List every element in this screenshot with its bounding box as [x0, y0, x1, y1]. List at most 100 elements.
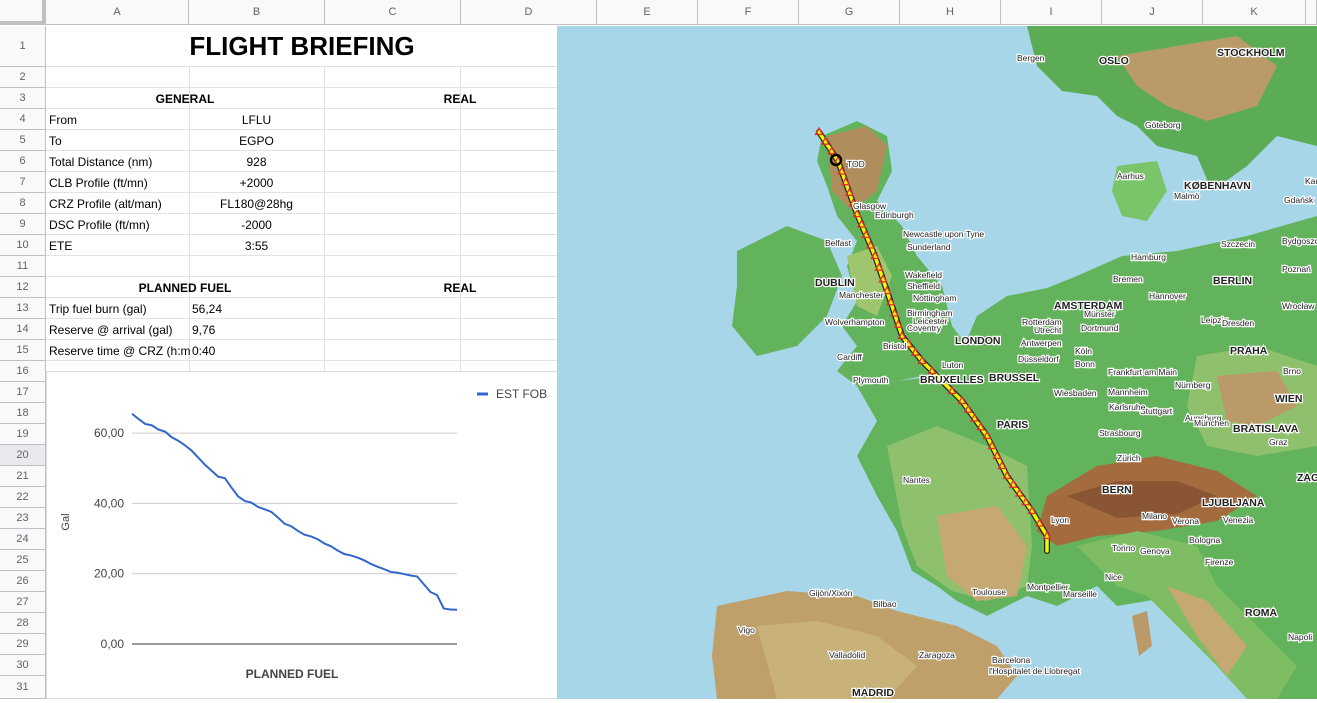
general-value[interactable]: EGPO	[189, 130, 324, 151]
row-header-31[interactable]: 31	[0, 676, 46, 699]
row-header-28[interactable]: 28	[0, 613, 46, 634]
row-header-21[interactable]: 21	[0, 466, 46, 487]
map-city-label: DUBLIN	[815, 277, 855, 289]
row-header-8[interactable]: 8	[0, 193, 46, 214]
fuel-value[interactable]: 56,24	[189, 298, 324, 319]
row-header-17[interactable]: 17	[0, 382, 46, 403]
general-value[interactable]: +2000	[189, 172, 324, 193]
route-map-svg: DUBLINLONDONBRUXELLESBRUSSELPARISAMSTERD…	[557, 26, 1317, 699]
row-header-19[interactable]: 19	[0, 424, 46, 445]
row-header-3[interactable]: 3	[0, 88, 46, 109]
row-header-22[interactable]: 22	[0, 487, 46, 508]
row-header-24[interactable]: 24	[0, 529, 46, 550]
map-city-label: Plymouth	[853, 375, 889, 385]
column-header-i[interactable]: I	[1001, 0, 1102, 25]
fuel-value[interactable]: 9,76	[189, 319, 324, 340]
column-header-k[interactable]: K	[1203, 0, 1306, 25]
map-city-label: PARIS	[997, 419, 1028, 431]
general-value[interactable]: 928	[189, 151, 324, 172]
select-all-corner[interactable]	[0, 0, 46, 25]
y-tick-label: 40,00	[94, 496, 124, 510]
row-header-5[interactable]: 5	[0, 130, 46, 151]
row-header-10[interactable]: 10	[0, 235, 46, 256]
map-city-label: Sheffield	[907, 281, 940, 291]
map-city-label: LONDON	[955, 335, 1001, 347]
row-header-16[interactable]: 16	[0, 361, 46, 382]
y-tick-label: 60,00	[94, 426, 124, 440]
row-header-23[interactable]: 23	[0, 508, 46, 529]
map-city-label: Coventry	[907, 323, 942, 333]
row-header-25[interactable]: 25	[0, 550, 46, 571]
map-city-label: BERLIN	[1213, 275, 1252, 287]
map-city-label: Szczecin	[1221, 239, 1255, 249]
fuel-value[interactable]: 0:40	[189, 340, 324, 361]
general-value[interactable]: FL180@28hg	[189, 193, 324, 214]
general-label[interactable]: CRZ Profile (alt/man)	[46, 193, 189, 214]
column-header-h[interactable]: H	[900, 0, 1001, 25]
map-city-label: Malmö	[1174, 191, 1200, 201]
series-line-est-fob	[132, 414, 457, 610]
fuel-chart-svg: 0,0020,0040,0060,00GalPLANNED FUELEST FO…	[47, 372, 558, 698]
row-header-14[interactable]: 14	[0, 319, 46, 340]
general-label[interactable]: DSC Profile (ft/mn)	[46, 214, 189, 235]
general-label[interactable]: CLB Profile (ft/mn)	[46, 172, 189, 193]
grid-line	[46, 66, 557, 67]
row-header-4[interactable]: 4	[0, 109, 46, 130]
map-city-label: Münster	[1084, 309, 1115, 319]
map-city-label: Kaunas	[1305, 176, 1317, 186]
row-header-27[interactable]: 27	[0, 592, 46, 613]
general-header[interactable]: GENERAL	[46, 88, 324, 109]
column-header-c[interactable]: C	[325, 0, 461, 25]
map-city-label: Zaragoza	[919, 650, 955, 660]
fuel-label[interactable]: Reserve @ arrival (gal)	[46, 319, 191, 340]
fuel-label[interactable]: Trip fuel burn (gal)	[46, 298, 191, 319]
map-city-label: Mannheim	[1108, 387, 1148, 397]
row-header-2[interactable]: 2	[0, 67, 46, 88]
row-header-6[interactable]: 6	[0, 151, 46, 172]
row-header-15[interactable]: 15	[0, 340, 46, 361]
column-header-j[interactable]: J	[1102, 0, 1203, 25]
row-header-1[interactable]: 1	[0, 26, 46, 67]
map-city-label: Valladolid	[829, 650, 866, 660]
row-header-11[interactable]: 11	[0, 256, 46, 277]
row-header-18[interactable]: 18	[0, 403, 46, 424]
row-header-9[interactable]: 9	[0, 214, 46, 235]
row-header-13[interactable]: 13	[0, 298, 46, 319]
column-header-d[interactable]: D	[461, 0, 597, 25]
column-header-filler	[1306, 0, 1317, 25]
map-city-label: Vigo	[738, 625, 755, 635]
real-header[interactable]: REAL	[324, 88, 596, 109]
row-header-12[interactable]: 12	[0, 277, 46, 298]
planned-fuel-header[interactable]: PLANNED FUEL	[46, 277, 324, 298]
page-title[interactable]: FLIGHT BRIEFING	[46, 26, 558, 66]
general-value[interactable]: LFLU	[189, 109, 324, 130]
row-header-7[interactable]: 7	[0, 172, 46, 193]
y-tick-label: 20,00	[94, 567, 124, 581]
column-header-f[interactable]: F	[698, 0, 799, 25]
fuel-chart[interactable]: 0,0020,0040,0060,00GalPLANNED FUELEST FO…	[46, 371, 559, 699]
column-header-e[interactable]: E	[597, 0, 698, 25]
column-header-a[interactable]: A	[46, 0, 189, 25]
map-city-label: Hamburg	[1131, 252, 1166, 262]
map-city-label: Nantes	[903, 475, 930, 485]
row-header-26[interactable]: 26	[0, 571, 46, 592]
map-city-label: Wiesbaden	[1054, 388, 1097, 398]
general-value[interactable]: 3:55	[189, 235, 324, 256]
map-city-label: Hannover	[1149, 291, 1186, 301]
route-map[interactable]: DUBLINLONDONBRUXELLESBRUSSELPARISAMSTERD…	[557, 26, 1317, 699]
general-label[interactable]: ETE	[46, 235, 189, 256]
row-header-20[interactable]: 20	[0, 445, 46, 466]
general-value[interactable]: -2000	[189, 214, 324, 235]
fuel-label[interactable]: Reserve time @ CRZ (h:m)	[46, 340, 191, 361]
column-header-b[interactable]: B	[189, 0, 325, 25]
general-label[interactable]: Total Distance (nm)	[46, 151, 189, 172]
column-header-g[interactable]: G	[799, 0, 900, 25]
fuel-real-header[interactable]: REAL	[324, 277, 596, 298]
row-header-30[interactable]: 30	[0, 655, 46, 676]
general-label[interactable]: To	[46, 130, 189, 151]
map-city-label: Barcelona	[992, 655, 1031, 665]
map-city-label: Dresden	[1222, 318, 1254, 328]
map-city-label: Manchester	[839, 290, 884, 300]
row-header-29[interactable]: 29	[0, 634, 46, 655]
general-label[interactable]: From	[46, 109, 189, 130]
